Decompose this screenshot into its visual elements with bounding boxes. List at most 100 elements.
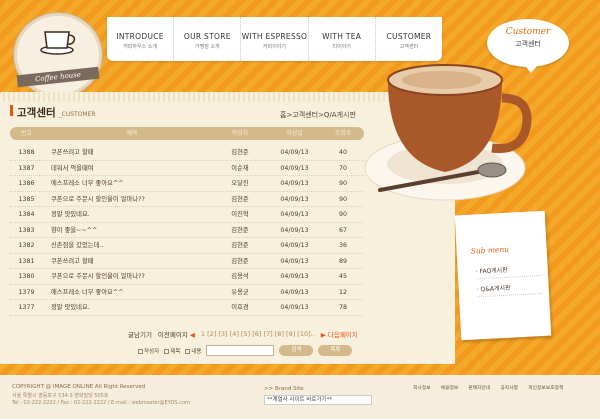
- search-button[interactable]: 검색: [279, 345, 314, 356]
- nav-sublabel: 고객센터: [399, 44, 419, 50]
- table-row[interactable]: 1387 데워서 먹을때여 이순재 04/09/13 70: [10, 161, 364, 176]
- nav-item-with-tea[interactable]: WITH TEA 티이야기: [309, 17, 376, 61]
- logo-text: Coffee house: [16, 66, 100, 88]
- nav-sublabel: 가맹점 소개: [195, 44, 220, 50]
- table-row[interactable]: 1386 에스프레소 너무 좋아요^^ 오달진 04/09/13 90: [10, 176, 364, 192]
- sub-menu-title: Sub menu: [470, 244, 510, 256]
- table-row[interactable]: 1385 쿠폰으로 주문시 할인율이 얼마나?? 김현준 04/09/13 90: [10, 192, 364, 207]
- search-option-author[interactable]: 작성자: [138, 347, 159, 355]
- post-title[interactable]: 쿠폰쓰려고 할때: [43, 145, 213, 160]
- nav-label: OUR STORE: [183, 32, 231, 41]
- post-title[interactable]: 신촌점을 갔었는데..: [43, 238, 213, 253]
- page-numbers[interactable]: 1 [2] [3] [4] [5] [6] [7] [8] [9] [10]..: [201, 330, 315, 338]
- table-row[interactable]: 1384 정말 맛있네요. 이진혁 04/09/13 90: [10, 207, 364, 223]
- sub-menu-item-qa[interactable]: · Q&A게시판: [476, 281, 543, 298]
- footer-link[interactable]: 공지사항: [500, 384, 518, 391]
- post-date: 04/09/13: [280, 164, 309, 172]
- table-header: 번호 제목 작성자 작성일 조회수: [10, 127, 364, 140]
- post-author: 김현준: [231, 226, 249, 234]
- sub-menu-item-faq[interactable]: · FAQ게시판: [475, 263, 542, 280]
- post-title[interactable]: 데워서 먹을때여: [43, 161, 213, 176]
- post-views: 90: [338, 195, 347, 203]
- post-date: 04/09/13: [280, 180, 309, 187]
- nav-label: CUSTOMER: [386, 32, 432, 41]
- footer-links: 회사정보 채용정보 판매자안내 공지사항 개인정보보호정책: [413, 384, 563, 391]
- main-nav: INTRODUCE 커피하우스 소개 OUR STORE 가맹점 소개 WITH E…: [107, 17, 442, 61]
- nav-item-with-espresso[interactable]: WITH ESPRESSO 커피이야기: [241, 17, 309, 61]
- post-date: 04/09/13: [280, 226, 309, 234]
- breadcrumb[interactable]: 홈>고객센터>Q/A게시판: [280, 110, 356, 120]
- post-number: 1385: [18, 195, 35, 203]
- contact-info: Tel : 02-222-2222 / Fax : 02-222-2222 / …: [12, 400, 190, 406]
- post-views: 89: [338, 257, 347, 265]
- nav-item-introduce[interactable]: INTRODUCE 커피하우스 소개: [107, 17, 175, 61]
- post-views: 40: [338, 149, 347, 156]
- post-number: 1386: [18, 180, 35, 187]
- pagination: 글남기기 이전페이지 ◀ 1 [2] [3] [4] [5] [6] [7] […: [128, 329, 358, 339]
- post-title[interactable]: 정말 맛있네요.: [43, 300, 213, 315]
- page-title: 고객센터 _CUSTOMER: [10, 105, 96, 120]
- next-page-link[interactable]: ▶ 다음페이지: [321, 329, 358, 339]
- post-author: 김현준: [231, 149, 249, 156]
- table-row[interactable]: 1380 쿠폰으로 주문시 할인율이 얼마나?? 김용석 04/09/13 45: [10, 269, 364, 285]
- footer-link[interactable]: 채용정보: [441, 384, 459, 391]
- post-title[interactable]: 에스프레소 너무 좋아요^^: [43, 176, 213, 191]
- logo[interactable]: Coffee house: [14, 13, 102, 97]
- table-row[interactable]: 1388 쿠폰쓰려고 할때 김현준 04/09/13 40: [10, 145, 364, 161]
- post-number: 1388: [18, 149, 35, 156]
- post-title[interactable]: 에스프레소 너무 좋아요^^: [43, 285, 213, 300]
- prev-page-link[interactable]: 이전페이지 ◀: [158, 329, 195, 339]
- title-marker: [10, 105, 13, 116]
- family-site-select[interactable]: **계열사 사이트 바로가기**: [264, 395, 372, 405]
- post-views: 45: [338, 273, 347, 280]
- item-label: Q&A게시판: [480, 284, 511, 294]
- search-option-title[interactable]: 제목: [164, 347, 180, 355]
- post-title[interactable]: 정말 맛있네요.: [43, 207, 213, 222]
- table-row[interactable]: 1379 에스프레소 너무 좋아요^^ 유용균 04/09/13 12: [10, 285, 364, 300]
- post-number: 1383: [18, 226, 35, 234]
- nav-label: INTRODUCE: [116, 32, 164, 41]
- header-title: 제목: [126, 130, 138, 137]
- checkbox-icon: [138, 348, 143, 354]
- footer-link[interactable]: 판매자안내: [468, 384, 490, 391]
- option-label: 작성자: [144, 348, 160, 355]
- post-title[interactable]: 쿠폰쓰려고 할때: [43, 254, 213, 269]
- post-number: 1387: [18, 164, 35, 172]
- write-button[interactable]: 글남기기: [128, 329, 152, 339]
- address: 서울 특별시 영등포구 534-3 영화빌딩 505호: [12, 393, 109, 399]
- post-title[interactable]: 향이 좋을~~^^: [43, 223, 213, 238]
- sub-menu-card: Sub menu · FAQ게시판 · Q&A게시판: [454, 210, 552, 341]
- post-author: 김현준: [231, 242, 249, 249]
- post-author: 이순재: [231, 164, 249, 172]
- table-row[interactable]: 1382 신촌점을 갔었는데.. 김현준 04/09/13 36: [10, 238, 364, 254]
- table-row[interactable]: 1383 향이 좋을~~^^ 김현준 04/09/13 67: [10, 223, 364, 238]
- list-button[interactable]: 목록: [318, 345, 353, 356]
- post-author: 김현준: [231, 195, 249, 203]
- nav-label: WITH TEA: [322, 32, 362, 41]
- header-number: 번호: [20, 130, 33, 137]
- post-title[interactable]: 쿠폰으로 주문시 할인율이 얼마나??: [43, 192, 213, 207]
- post-date: 04/09/13: [280, 288, 309, 296]
- post-number: 1384: [18, 211, 35, 218]
- post-author: 이호경: [231, 304, 249, 311]
- family-site-label: >> Brand Site: [264, 386, 304, 392]
- footer-link[interactable]: 개인정보보호정책: [528, 384, 563, 391]
- table-row[interactable]: 1381 쿠폰쓰려고 할때 김현준 04/09/13 89: [10, 254, 364, 269]
- table-row[interactable]: 1377 정말 맛있네요. 이호경 04/09/13 78: [10, 300, 364, 316]
- footer-link[interactable]: 회사정보: [413, 384, 431, 391]
- search-option-content[interactable]: 내용: [185, 347, 201, 355]
- post-number: 1382: [18, 242, 35, 249]
- post-title[interactable]: 쿠폰으로 주문시 할인율이 얼마나??: [43, 269, 213, 284]
- post-author: 오달진: [231, 180, 249, 187]
- header-author: 작성자: [231, 130, 249, 137]
- post-views: 78: [338, 304, 347, 311]
- option-label: 내용: [191, 348, 202, 355]
- search-input[interactable]: [206, 345, 275, 356]
- nav-item-our-store[interactable]: OUR STORE 가맹점 소개: [174, 17, 242, 61]
- coffee-cup-icon: [40, 31, 76, 55]
- post-views: 12: [338, 288, 347, 296]
- post-number: 1379: [18, 288, 35, 296]
- nav-sublabel: 커피이야기: [263, 44, 287, 50]
- nav-item-customer[interactable]: CUSTOMER 고객센터: [376, 17, 442, 61]
- coffee-cup-illustration: [364, 64, 532, 201]
